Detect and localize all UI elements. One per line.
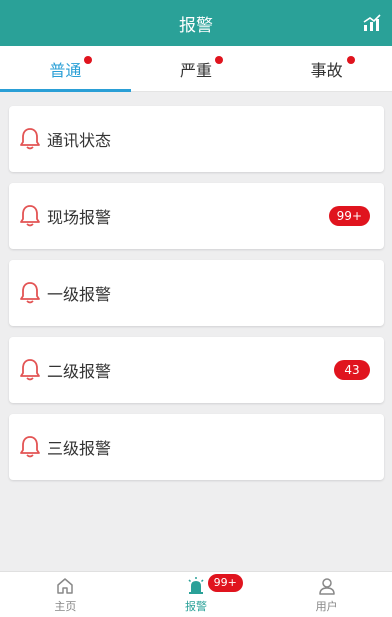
alarm-label: 通讯状态 <box>47 131 112 150</box>
nav-label: 用户 <box>315 599 338 613</box>
alarm-item-communication[interactable]: 通讯状态 <box>9 106 384 172</box>
nav-user[interactable]: 用户 <box>261 572 392 617</box>
tab-label: 事故 <box>310 60 343 80</box>
bell-icon <box>20 205 40 227</box>
nav-alarm[interactable]: 报警 99+ <box>131 572 262 617</box>
alarm-light-icon <box>188 576 204 594</box>
bell-icon <box>20 359 40 381</box>
alarm-item-onsite[interactable]: 现场报警 99+ <box>9 183 384 249</box>
alarm-item-level-2[interactable]: 二级报警 43 <box>9 337 384 403</box>
nav-home[interactable]: 主页 <box>0 572 131 617</box>
alarm-level-tabs: 普通 严重 事故 <box>0 46 392 92</box>
bottom-nav: 主页 报警 99+ 用户 <box>0 571 392 617</box>
tab-serious[interactable]: 严重 <box>131 46 262 91</box>
count-badge: 99+ <box>207 574 243 592</box>
chart-icon[interactable] <box>362 13 382 33</box>
unread-dot <box>347 56 356 64</box>
alarm-label: 三级报警 <box>47 439 112 458</box>
tab-label: 严重 <box>180 60 213 80</box>
home-icon <box>57 577 74 594</box>
unread-dot <box>214 56 223 64</box>
bell-icon <box>20 436 40 458</box>
tab-accident[interactable]: 事故 <box>261 46 392 91</box>
user-icon <box>318 577 335 595</box>
alarm-label: 一级报警 <box>47 285 112 304</box>
tab-normal[interactable]: 普通 <box>0 46 131 92</box>
count-badge: 99+ <box>328 206 370 226</box>
alarm-list: 通讯状态 现场报警 99+ 一级报警 二级报警 43 三级报警 <box>9 106 384 491</box>
alarm-label: 二级报警 <box>47 362 112 381</box>
nav-label: 主页 <box>54 599 77 613</box>
nav-label: 报警 <box>185 599 207 613</box>
tab-label: 普通 <box>49 60 82 80</box>
bell-icon <box>20 128 40 150</box>
alarm-item-level-1[interactable]: 一级报警 <box>9 260 384 326</box>
unread-dot <box>84 56 92 64</box>
bell-icon <box>20 282 40 304</box>
count-badge: 43 <box>334 360 370 380</box>
alarm-item-level-3[interactable]: 三级报警 <box>9 414 384 480</box>
page-title: 报警 <box>179 15 213 36</box>
header-bar: 报警 <box>0 0 392 46</box>
alarm-label: 现场报警 <box>47 208 112 227</box>
